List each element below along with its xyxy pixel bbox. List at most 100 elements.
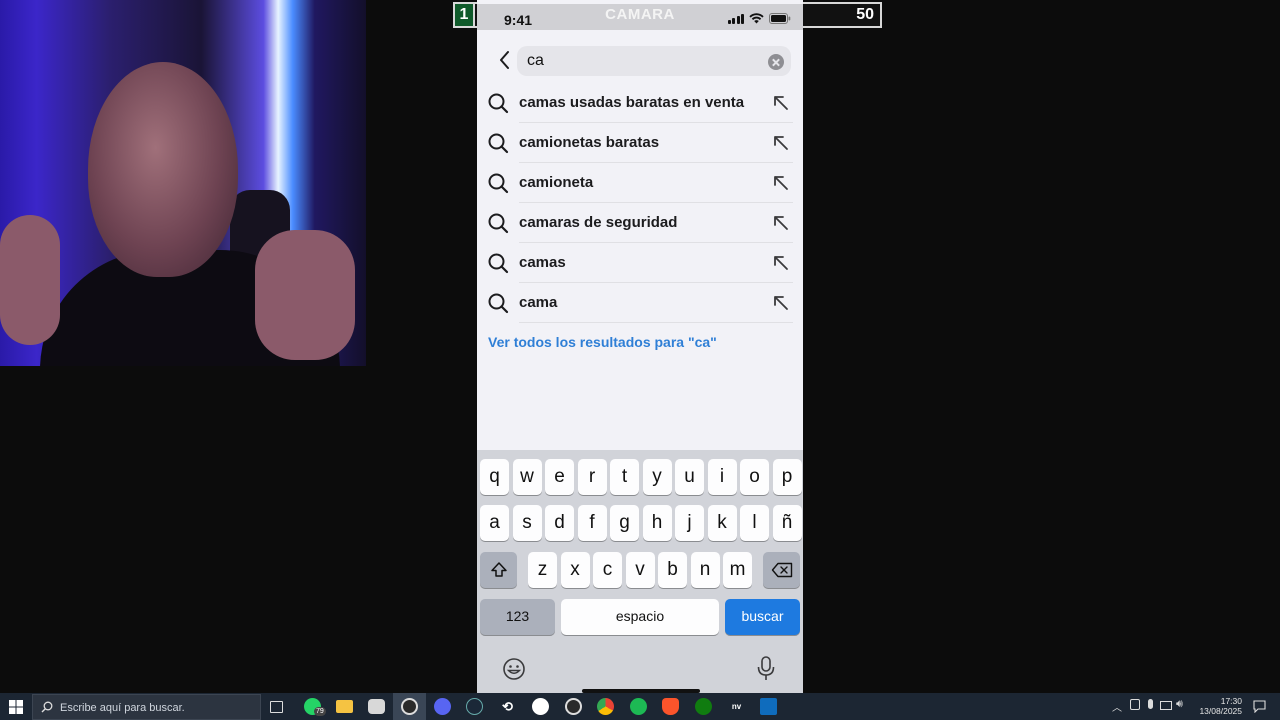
fill-query-arrow-icon[interactable] bbox=[771, 213, 791, 233]
key[interactable]: j bbox=[675, 505, 704, 541]
microphone-icon[interactable] bbox=[756, 656, 776, 682]
key[interactable]: t bbox=[610, 459, 639, 495]
key[interactable]: k bbox=[707, 505, 737, 541]
suggestion-item[interactable]: cama bbox=[477, 283, 803, 323]
key[interactable]: a bbox=[480, 505, 509, 541]
brave-icon[interactable] bbox=[662, 698, 679, 715]
suggestion-text: cama bbox=[519, 294, 558, 311]
search-input[interactable] bbox=[527, 52, 747, 70]
key[interactable]: q bbox=[480, 459, 509, 495]
key[interactable]: v bbox=[625, 552, 655, 588]
space-key[interactable]: espacio bbox=[561, 599, 719, 635]
outlook-icon[interactable] bbox=[760, 698, 777, 715]
taskbar-search-box[interactable]: Escribe aquí para buscar. bbox=[32, 694, 261, 720]
key[interactable]: s bbox=[512, 505, 542, 541]
notifications-icon[interactable] bbox=[1253, 700, 1266, 713]
task-view-icon[interactable] bbox=[270, 701, 283, 713]
person-head bbox=[88, 62, 238, 277]
keyboard-row-1: q w e r t y u i o p bbox=[477, 459, 803, 496]
emoji-icon[interactable] bbox=[502, 657, 526, 681]
back-chevron-icon[interactable] bbox=[493, 48, 517, 72]
key[interactable]: z bbox=[528, 552, 557, 588]
key[interactable]: x bbox=[560, 552, 590, 588]
steam-icon[interactable] bbox=[466, 698, 483, 715]
search-icon bbox=[488, 133, 509, 154]
file-explorer-icon[interactable] bbox=[336, 700, 353, 713]
suggestion-item[interactable]: camionetas baratas bbox=[477, 123, 803, 163]
nvidia-icon[interactable]: nv bbox=[728, 698, 745, 715]
search-icon bbox=[488, 213, 509, 234]
obs-alt-icon[interactable] bbox=[565, 698, 582, 715]
numbers-key[interactable]: 123 bbox=[480, 599, 555, 635]
key[interactable]: r bbox=[577, 459, 607, 495]
fill-query-arrow-icon[interactable] bbox=[771, 93, 791, 113]
suggestion-text: camaras de seguridad bbox=[519, 214, 678, 231]
key[interactable]: f bbox=[577, 505, 607, 541]
right-hand bbox=[255, 230, 355, 360]
discord-icon[interactable] bbox=[434, 698, 451, 715]
key[interactable]: ñ bbox=[772, 505, 802, 541]
chrome-icon[interactable] bbox=[597, 698, 614, 715]
key[interactable]: i bbox=[707, 459, 737, 495]
key[interactable]: d bbox=[545, 505, 574, 541]
fill-query-arrow-icon[interactable] bbox=[771, 253, 791, 273]
key[interactable]: u bbox=[675, 459, 704, 495]
whatsapp-badge: 79 bbox=[314, 707, 326, 716]
tray-microphone-icon[interactable] bbox=[1148, 699, 1153, 709]
windows-start-icon[interactable] bbox=[8, 699, 24, 715]
xbox-icon[interactable] bbox=[695, 698, 712, 715]
suggestion-text: camioneta bbox=[519, 174, 594, 191]
fill-query-arrow-icon[interactable] bbox=[771, 173, 791, 193]
clock-date: 13/08/2025 bbox=[1199, 706, 1242, 716]
key[interactable]: w bbox=[512, 459, 542, 495]
taskbar-clock[interactable]: 17:30 13/08/2025 bbox=[1199, 696, 1242, 716]
suggestion-item[interactable]: camas usadas baratas en venta bbox=[477, 83, 803, 123]
shift-key[interactable] bbox=[480, 552, 517, 588]
phone-screen: 9:41 CAMARA camas usadas baratas en vent… bbox=[477, 0, 803, 693]
tray-usb-icon[interactable] bbox=[1130, 699, 1140, 710]
delete-key[interactable] bbox=[763, 552, 800, 588]
key[interactable]: o bbox=[740, 459, 769, 495]
tray-chevron-icon[interactable]: ︿ bbox=[1112, 699, 1122, 714]
key[interactable]: n bbox=[690, 552, 720, 588]
key[interactable]: m bbox=[723, 552, 752, 588]
screen: 1 50 9:41 CAMARA camas bbox=[0, 0, 1280, 720]
tray-network-icon[interactable] bbox=[1160, 701, 1172, 710]
divider bbox=[519, 322, 793, 323]
suggestion-item[interactable]: camioneta bbox=[477, 163, 803, 203]
spotify-icon[interactable] bbox=[630, 698, 647, 715]
epic-games-icon[interactable]: ⟲ bbox=[499, 698, 516, 715]
search-icon bbox=[488, 93, 509, 114]
cellular-signal-icon bbox=[727, 14, 744, 24]
keyboard-row-4: 123 espacio buscar bbox=[477, 599, 803, 636]
overlay-right-badge: 50 bbox=[856, 6, 874, 23]
key[interactable]: h bbox=[642, 505, 672, 541]
fill-query-arrow-icon[interactable] bbox=[771, 133, 791, 153]
key[interactable]: y bbox=[642, 459, 672, 495]
tray-volume-icon[interactable]: 🔊︎ bbox=[1176, 698, 1183, 711]
clear-search-icon[interactable] bbox=[768, 54, 784, 70]
suggestion-item[interactable]: camaras de seguridad bbox=[477, 203, 803, 243]
see-all-results-link[interactable]: Ver todos los resultados para "ca" bbox=[488, 334, 717, 350]
store-icon[interactable] bbox=[368, 699, 385, 714]
suggestion-item[interactable]: camas bbox=[477, 243, 803, 283]
suggestions-list: camas usadas baratas en venta camionetas… bbox=[477, 83, 803, 323]
search-key[interactable]: buscar bbox=[725, 599, 800, 635]
key[interactable]: p bbox=[772, 459, 802, 495]
clock-time: 17:30 bbox=[1220, 696, 1242, 706]
fill-query-arrow-icon[interactable] bbox=[771, 293, 791, 313]
backspace-icon bbox=[771, 562, 792, 578]
key[interactable]: e bbox=[545, 459, 574, 495]
key[interactable]: l bbox=[740, 505, 769, 541]
system-tray: ︿ 🔊︎ 17:30 13/08/2025 bbox=[1110, 693, 1280, 720]
shift-icon bbox=[490, 562, 507, 577]
search-box[interactable] bbox=[517, 46, 791, 76]
taskbar-search-placeholder: Escribe aquí para buscar. bbox=[60, 702, 185, 714]
app-icon[interactable] bbox=[532, 698, 549, 715]
key[interactable]: g bbox=[610, 505, 639, 541]
suggestion-text: camas bbox=[519, 254, 566, 271]
key[interactable]: b bbox=[658, 552, 687, 588]
key[interactable]: c bbox=[593, 552, 622, 588]
obs-icon[interactable] bbox=[401, 698, 418, 715]
webcam-feed bbox=[0, 0, 366, 366]
